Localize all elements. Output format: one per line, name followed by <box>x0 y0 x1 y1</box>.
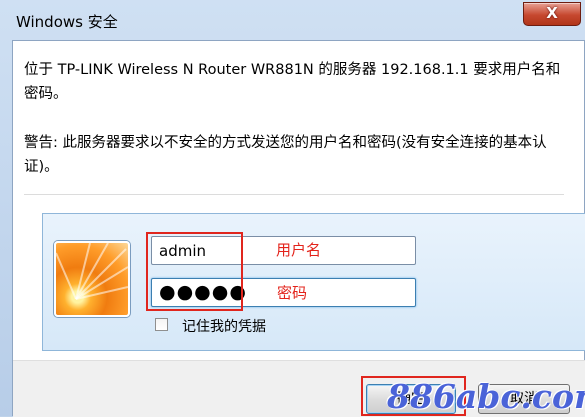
cancel-button[interactable]: 取消 <box>478 384 570 414</box>
username-value: admin <box>159 242 206 260</box>
password-value: ●●●●● <box>159 281 247 303</box>
server-message: 位于 TP-LINK Wireless N Router WR881N 的服务器… <box>24 62 561 102</box>
remember-checkbox[interactable] <box>155 318 168 331</box>
username-annotation: 用户名 <box>276 241 322 259</box>
close-button[interactable]: X <box>523 2 581 26</box>
security-warning: 警告: 此服务器要求以不安全的方式发送您的用户名和密码(没有安全连接的基本认证)… <box>24 135 547 175</box>
password-annotation: 密码 <box>277 284 308 302</box>
user-avatar <box>54 241 130 317</box>
dialog-window: Windows 安全 X 位于 TP-LINK Wireless N Route… <box>0 0 585 417</box>
flower-icon <box>56 243 128 300</box>
ok-button[interactable]: 确定 <box>366 384 456 414</box>
remember-label[interactable]: 记住我的凭据 <box>182 316 266 336</box>
title-bar: Windows 安全 X <box>0 0 585 40</box>
divider <box>24 194 564 195</box>
close-icon: X <box>546 4 558 22</box>
window-title: Windows 安全 <box>16 13 118 31</box>
